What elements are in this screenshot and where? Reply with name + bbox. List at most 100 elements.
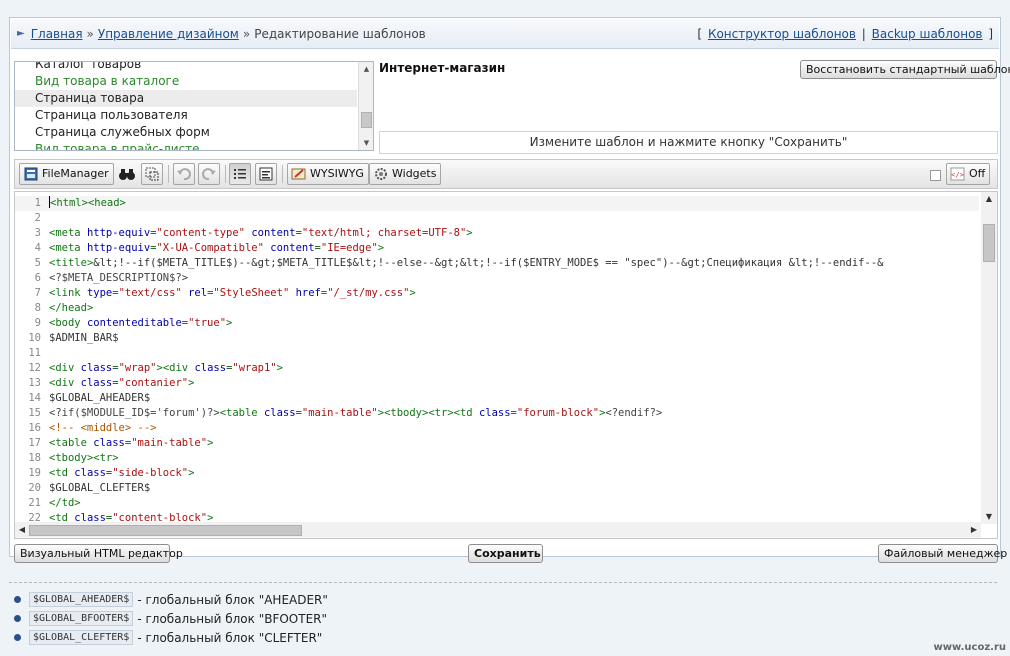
toolbar-separator: [282, 165, 283, 183]
line-number: 9: [34, 317, 41, 329]
filemanager-icon: [24, 167, 38, 181]
line-number: 2: [34, 212, 41, 224]
replace-icon: [145, 167, 159, 181]
code-line[interactable]: 1 <html><head>: [15, 196, 979, 211]
template-list-items: Каталог товаров Вид товара в каталоге Стра…: [15, 62, 357, 150]
code-line[interactable]: 8 </head>: [15, 301, 979, 316]
template-list-item[interactable]: Каталог товаров: [15, 62, 357, 73]
line-numbers-icon: [234, 169, 246, 179]
widgets-label: Widgets: [392, 167, 437, 180]
global-block-tag[interactable]: $GLOBAL_AHEADER$: [29, 592, 134, 607]
scroll-up-icon[interactable]: ▲: [981, 192, 997, 206]
backup-templates-link[interactable]: Backup шаблонов: [872, 27, 983, 41]
global-block-tag[interactable]: $GLOBAL_BFOOTER$: [29, 611, 134, 626]
highlight-off-button[interactable]: </> Off: [946, 163, 991, 185]
find-button[interactable]: [115, 163, 137, 185]
code-line[interactable]: 7 <link type="text/css" rel="StyleSheet" …: [15, 286, 979, 301]
code-line[interactable]: 17 <table class="main-table">: [15, 436, 979, 451]
code-line[interactable]: 4 <meta http-equiv="X-UA-Compatible" cont…: [15, 241, 979, 256]
undo-button[interactable]: [173, 163, 195, 185]
line-code: <td class="side-block">: [49, 467, 195, 479]
module-title: Интернет-магазин: [379, 61, 506, 75]
code-line[interactable]: 3 <meta http-equiv="content-type" content…: [15, 226, 979, 241]
code-line[interactable]: 16 <!-- <middle> -->: [15, 421, 979, 436]
breadcrumb: ► Главная » Управление дизайном » Редакт…: [11, 19, 999, 49]
file-manager-button[interactable]: Файловый менеджер: [878, 544, 1007, 563]
code-line[interactable]: 13 <div class="contanier">: [15, 376, 979, 391]
svg-text:</>: </>: [951, 171, 964, 179]
legend-item: $GLOBAL_CLEFTER$ - глобальный блок "CLEFT…: [14, 628, 328, 647]
code-line[interactable]: 9 <body contenteditable="true">: [15, 316, 979, 331]
scroll-thumb[interactable]: [983, 224, 995, 262]
editor-horizontal-scrollbar[interactable]: ◀ ▶: [15, 522, 981, 538]
option-checkbox[interactable]: [930, 170, 941, 181]
widgets-button[interactable]: Widgets: [369, 163, 442, 185]
legend-item: $GLOBAL_BFOOTER$ - глобальный блок "BFOOT…: [14, 609, 328, 628]
global-blocks-legend: $GLOBAL_AHEADER$ - глобальный блок "AHEAD…: [14, 590, 328, 647]
line-number: 21: [28, 497, 41, 509]
line-numbers-toggle[interactable]: [229, 163, 251, 185]
template-list-item[interactable]: Страница пользователя: [15, 107, 357, 124]
line-number: 1: [34, 197, 41, 209]
template-list[interactable]: Каталог товаров Вид товара в каталоге Стра…: [14, 61, 374, 151]
bullet-icon: [14, 596, 21, 603]
wysiwyg-button[interactable]: WYSIWYG: [287, 163, 369, 185]
code-line[interactable]: 10 $ADMIN_BAR$: [15, 331, 979, 346]
replace-button[interactable]: [141, 163, 163, 185]
template-editor-panel: ► Главная » Управление дизайном » Редакт…: [9, 17, 1010, 563]
bracket-close: ]: [988, 26, 993, 41]
code-line[interactable]: 18 <tbody><tr>: [15, 451, 979, 466]
line-code: <title>&lt;!--if($META_TITLE$)--&gt;$MET…: [49, 257, 884, 269]
code-line[interactable]: 12 <div class="wrap"><div class="wrap1">: [15, 361, 979, 376]
line-code: <tbody><tr>: [49, 452, 119, 464]
line-number: 12: [28, 362, 41, 374]
undo-icon: [177, 168, 191, 181]
save-button[interactable]: Сохранить: [468, 544, 543, 563]
scroll-thumb[interactable]: [29, 525, 302, 536]
legend-item: $GLOBAL_AHEADER$ - глобальный блок "AHEAD…: [14, 590, 328, 609]
scroll-thumb[interactable]: [361, 112, 372, 128]
visual-html-editor-button[interactable]: Визуальный HTML редактор: [14, 544, 183, 563]
code-line[interactable]: 5 <title>&lt;!--if($META_TITLE$)--&gt;$ME…: [15, 256, 979, 271]
code-line[interactable]: 21 </td>: [15, 496, 979, 511]
global-block-tag[interactable]: $GLOBAL_CLEFTER$: [29, 630, 134, 645]
line-number: 18: [28, 452, 41, 464]
template-list-item[interactable]: Страница товара: [15, 90, 357, 107]
template-list-scrollbar[interactable]: ▲ ▼: [358, 62, 373, 150]
line-code: $GLOBAL_CLEFTER$: [49, 482, 151, 494]
toolbar-separator: [168, 165, 169, 183]
code-line[interactable]: 2: [15, 211, 979, 226]
line-code: <div class="wrap"><div class="wrap1">: [49, 362, 283, 374]
scroll-left-icon[interactable]: ◀: [15, 522, 29, 538]
global-block-description: - глобальный блок "BFOOTER": [137, 611, 328, 626]
template-list-item[interactable]: Страница служебных форм: [15, 124, 357, 141]
scroll-down-icon[interactable]: ▼: [981, 510, 997, 524]
template-list-item[interactable]: Вид товара в каталоге: [15, 73, 357, 90]
breadcrumb-design-link[interactable]: Управление дизайном: [98, 27, 239, 41]
line-number: 6: [34, 272, 41, 284]
filemanager-button[interactable]: FileManager: [19, 163, 114, 185]
breadcrumb-separator: »: [86, 26, 94, 41]
code-line[interactable]: 20 $GLOBAL_CLEFTER$: [15, 481, 979, 496]
scroll-up-icon[interactable]: ▲: [359, 62, 373, 76]
line-number: 8: [34, 302, 41, 314]
code-line[interactable]: 11: [15, 346, 979, 361]
restore-default-template-button[interactable]: Восстановить стандартный шаблон: [800, 60, 1010, 79]
breadcrumb-arrow-icon: ►: [17, 28, 25, 39]
template-list-item[interactable]: Вид товара в прайс-листе: [15, 141, 357, 150]
code-line[interactable]: 19 <td class="side-block">: [15, 466, 979, 481]
redo-button[interactable]: [198, 163, 220, 185]
code-line[interactable]: 6 <?$META_DESCRIPTION$?>: [15, 271, 979, 286]
word-wrap-toggle[interactable]: [255, 163, 277, 185]
code-line[interactable]: 14 $GLOBAL_AHEADER$: [15, 391, 979, 406]
template-constructor-link[interactable]: Конструктор шаблонов: [708, 27, 856, 41]
code-editor[interactable]: 1 <html><head> 2 3 <meta http-equiv="content…: [14, 191, 998, 539]
code-line[interactable]: 15 <?if($MODULE_ID$='forum')?><table clas…: [15, 406, 979, 421]
breadcrumb-home-link[interactable]: Главная: [31, 27, 83, 41]
scroll-down-icon[interactable]: ▼: [359, 136, 373, 150]
line-number: 17: [28, 437, 41, 449]
scroll-right-icon[interactable]: ▶: [967, 522, 981, 538]
gear-icon: [375, 168, 387, 180]
editor-vertical-scrollbar[interactable]: ▲ ▼: [981, 192, 997, 524]
filemanager-label: FileManager: [42, 167, 109, 180]
